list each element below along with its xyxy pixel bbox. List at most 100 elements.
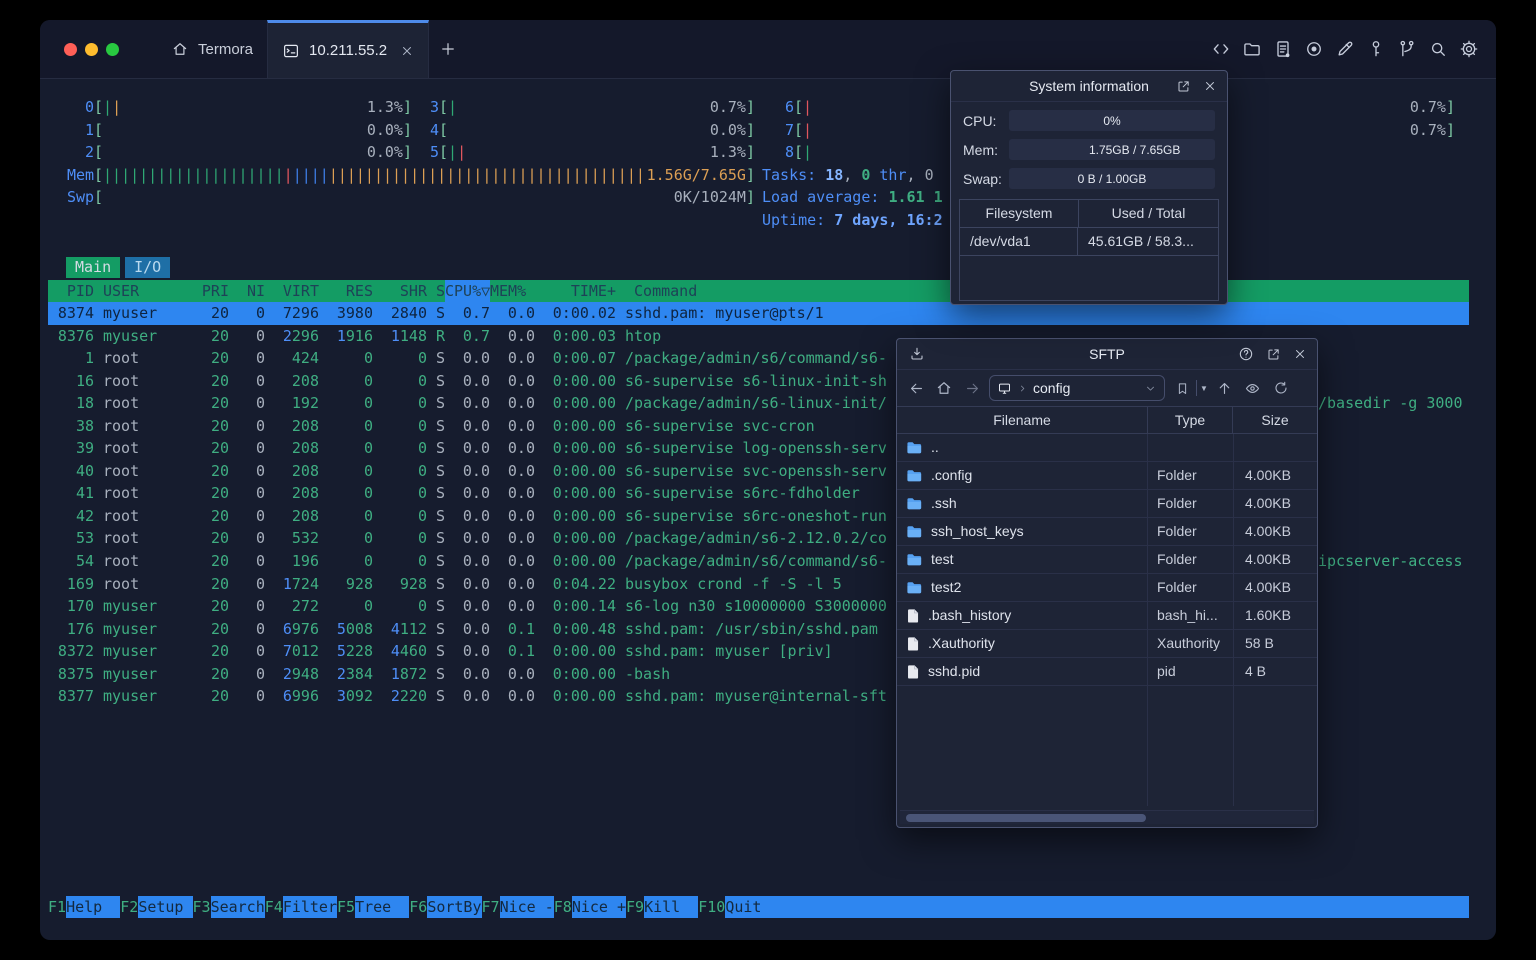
help-icon[interactable]	[1238, 346, 1254, 362]
file-row-sshhostkeys[interactable]: ssh_host_keys Folder 4.00KB	[897, 518, 1317, 546]
file-row-[interactable]: ..	[897, 434, 1317, 462]
minimize-window-button[interactable]	[85, 42, 98, 56]
scrollbar-thumb[interactable]	[906, 814, 1147, 822]
process-row-8374[interactable]: 8374 myuser 20 0 7296 3980 2840 S 0.7 0.0 0:00.02…	[48, 302, 1469, 325]
fkey-f6-sortby[interactable]: SortBy	[427, 896, 482, 918]
bookmark-icon[interactable]	[1171, 377, 1193, 399]
fkey-f8-nice[interactable]: Nice +	[571, 896, 626, 918]
cpu-meter-1: 1[0.0%]	[84, 120, 412, 139]
file-size-cell: 4.00KB	[1245, 523, 1291, 539]
filesystem-row[interactable]: /dev/vda1 45.61GB / 58.3...	[960, 228, 1218, 256]
htop-tab-main[interactable]: Main	[66, 257, 121, 278]
fkey-f3-search[interactable]: Search	[210, 896, 265, 918]
file-row-bashhistory[interactable]: .bash_history bash_hi... 1.60KB	[897, 602, 1317, 630]
chevron-down-icon[interactable]	[1144, 382, 1157, 395]
new-tab-button[interactable]	[439, 40, 457, 58]
close-window-button[interactable]	[64, 42, 77, 56]
file-icon	[906, 608, 920, 624]
mem-usage-row: Mem: 1.75GB / 7.65GB	[951, 139, 1227, 160]
system-information-panel: System information CPU: 0% Mem: 1.75GB /…	[950, 70, 1228, 305]
tab-session[interactable]: 10.211.55.2	[267, 20, 430, 78]
open-in-window-icon[interactable]	[1176, 79, 1191, 94]
file-type-cell: Folder	[1157, 551, 1197, 567]
size-column-header[interactable]: Size	[1233, 407, 1317, 433]
path-breadcrumb[interactable]: config	[989, 375, 1165, 401]
refresh-button[interactable]	[1270, 377, 1292, 399]
function-key-bar: F1 Help F2 Setup F3 Search F4 Filter F5 Tree F6…	[48, 896, 1469, 918]
horizontal-scrollbar[interactable]	[900, 810, 1314, 824]
log-icon[interactable]	[1272, 38, 1294, 60]
tab-session-label: 10.211.55.2	[309, 42, 388, 59]
forward-button[interactable]	[961, 377, 983, 399]
file-type-cell: pid	[1157, 663, 1176, 679]
search-icon[interactable]	[1427, 38, 1449, 60]
file-name-cell: sshd.pid	[897, 658, 1148, 685]
file-list: .. .config Folder 4.00KB .ssh Folder 4.00KB ssh…	[897, 434, 1317, 806]
type-column-header[interactable]: Type	[1148, 407, 1233, 433]
folder-icon[interactable]	[1241, 38, 1263, 60]
file-size-cell	[1233, 434, 1317, 461]
app-window: Termora 10.211.55.2 0[|| 1.3%] 1[0.0%] 2[0.…	[40, 20, 1496, 940]
branch-icon[interactable]	[1396, 38, 1418, 60]
cpu-meter-3: 3[| 0.7%]	[429, 98, 755, 116]
cpu-meter-4: 4[0.0%]	[429, 120, 755, 139]
file-name-cell: test2	[897, 574, 1148, 601]
close-panel-icon[interactable]	[1203, 79, 1217, 93]
fkey-f1-help[interactable]: Help	[66, 896, 121, 918]
close-panel-icon[interactable]	[1293, 347, 1307, 361]
file-row-config[interactable]: .config Folder 4.00KB	[897, 462, 1317, 490]
record-icon[interactable]	[1303, 38, 1325, 60]
edit-icon[interactable]	[1334, 38, 1356, 60]
swp-meter: Swp[0K/1024M]	[67, 188, 755, 206]
cpu-meter-0: 0[|| 1.3%]	[84, 98, 412, 116]
file-row-test2[interactable]: test2 Folder 4.00KB	[897, 574, 1317, 602]
command-tail: /basedir -g 3000	[1318, 394, 1463, 413]
fkey-f4-filter[interactable]: Filter	[282, 896, 337, 918]
swap-label: Swap:	[963, 170, 1002, 187]
mem-meter: Mem[||||||||||||||||||||||||||||||||||||…	[67, 165, 755, 184]
up-directory-button[interactable]	[1214, 377, 1236, 399]
code-icon[interactable]	[1210, 38, 1232, 60]
process-table-header[interactable]: PID USER PRI NI VIRT RES SHR S CPU%▽ MEM% TIME+ C…	[48, 280, 1469, 302]
back-button[interactable]	[905, 377, 927, 399]
fkey-f2-setup[interactable]: Setup	[138, 896, 193, 918]
fkey-f9-kill[interactable]: Kill	[644, 896, 699, 918]
mem-usage-bar: 1.75GB / 7.65GB	[1009, 139, 1215, 160]
file-size-cell: 4.00KB	[1245, 579, 1291, 595]
fkey-f10-quit[interactable]: Quit	[725, 896, 1469, 918]
home-button[interactable]	[933, 377, 955, 399]
folder-icon	[906, 552, 923, 567]
close-tab-icon[interactable]	[400, 44, 414, 58]
fkey-f5-tree[interactable]: Tree	[355, 896, 410, 918]
settings-icon[interactable]	[1458, 38, 1480, 60]
tab-termora[interactable]: Termora	[157, 20, 267, 78]
traffic-lights	[40, 42, 119, 56]
htop-tab-io[interactable]: I/O	[125, 257, 171, 278]
swap-usage-bar: 0 B / 1.00GB	[1009, 168, 1215, 189]
file-row-Xauthority[interactable]: .Xauthority Xauthority 58 B	[897, 630, 1317, 658]
file-name-cell: test	[897, 546, 1148, 573]
fkey-f7-nice[interactable]: Nice -	[499, 896, 554, 918]
folder-icon	[906, 440, 923, 455]
current-path-label: config	[1033, 380, 1071, 396]
mem-label: Mem:	[963, 141, 998, 158]
file-size-cell: 4.00KB	[1245, 551, 1291, 567]
sftp-toolbar: config ▼	[897, 370, 1317, 406]
file-row-sshdpid[interactable]: sshd.pid pid 4 B	[897, 658, 1317, 686]
cpu-usage-row: CPU: 0%	[951, 110, 1227, 131]
zoom-window-button[interactable]	[106, 42, 119, 56]
file-name-cell: ssh_host_keys	[897, 518, 1148, 545]
uptime: Uptime: 7 days, 16:2	[762, 210, 943, 229]
cpu-meter-2: 2[0.0%]	[84, 143, 412, 161]
open-in-window-icon[interactable]	[1266, 347, 1281, 362]
transfers-icon[interactable]	[909, 346, 925, 362]
key-icon[interactable]	[1365, 38, 1387, 60]
show-hidden-button[interactable]	[1242, 377, 1264, 399]
folder-icon	[906, 524, 923, 539]
terminal-icon	[282, 42, 300, 60]
cpu-usage-value: 0%	[1103, 113, 1121, 128]
file-row-test[interactable]: test Folder 4.00KB	[897, 546, 1317, 574]
file-row-ssh[interactable]: .ssh Folder 4.00KB	[897, 490, 1317, 518]
filename-column-header[interactable]: Filename	[897, 407, 1148, 433]
bookmark-caret-icon[interactable]: ▼	[1200, 384, 1208, 393]
